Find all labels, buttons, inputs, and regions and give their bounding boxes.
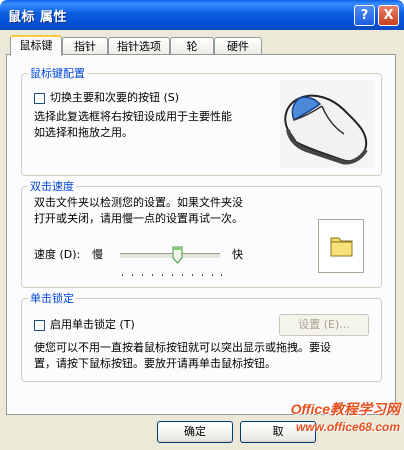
speed-slider-thumb[interactable] [172, 246, 183, 264]
speed-slider-track[interactable] [120, 253, 220, 259]
button-config-group: 鼠标键配置 切换主要和次要的按钮 (S) 选择此复选框将右按钮设成用于主要性能 … [21, 67, 382, 176]
speed-slider-ticks [122, 267, 222, 276]
tab-pointer-options[interactable]: 指针选项 [108, 37, 170, 55]
double-click-legend: 双击速度 [28, 180, 76, 193]
click-lock-legend: 单击锁定 [28, 292, 76, 305]
click-lock-description: 使您可以不用一直按着鼠标按钮就可以突出显示或拖拽。要设 置，请按下鼠标按钮。要放… [34, 341, 331, 370]
ok-button[interactable]: 确定 [157, 421, 233, 443]
watermark: Office教程学习网 www.office68.com [278, 395, 402, 447]
speed-label: 速度 (D): [34, 248, 81, 261]
tab-panel: 鼠标键配置 切换主要和次要的按钮 (S) 选择此复选框将右按钮设成用于主要性能 … [6, 54, 396, 415]
mouse-properties-dialog: 鼠标 属性 ? X 鼠标键 指针 指针选项 轮 硬件 鼠标键配置 切换主要和次要… [0, 0, 404, 450]
watermark-brand: Office教程学习网 [290, 401, 400, 417]
slow-label: 慢 [92, 248, 103, 261]
fast-label: 快 [232, 248, 243, 261]
test-area[interactable] [318, 219, 364, 273]
folder-icon[interactable] [319, 220, 363, 272]
swap-buttons-description: 选择此复选框将右按钮设成用于主要性能 如选择和拖放之用。 [34, 110, 232, 139]
mouse-icon [284, 94, 368, 165]
help-button[interactable]: ? [354, 5, 375, 26]
tab-buttons[interactable]: 鼠标键 [10, 35, 62, 56]
window-title: 鼠标 属性 [8, 10, 68, 25]
tab-pointers[interactable]: 指针 [62, 37, 108, 55]
click-lock-label[interactable]: 启用单击锁定 (T) [50, 317, 135, 333]
swap-buttons-checkbox[interactable] [34, 93, 45, 104]
mouse-image [280, 80, 374, 168]
swap-buttons-label[interactable]: 切换主要和次要的按钮 (S) [50, 90, 179, 106]
click-lock-settings-button[interactable]: 设置 (E)... [279, 314, 369, 336]
tab-hardware[interactable]: 硬件 [214, 37, 262, 55]
title-bar[interactable]: 鼠标 属性 ? X [0, 0, 404, 30]
click-lock-group: 单击锁定 启用单击锁定 (T) 设置 (E)... 使您可以不用一直按着鼠标按钮… [21, 292, 382, 382]
click-lock-checkbox[interactable] [34, 320, 45, 331]
tab-wheel[interactable]: 轮 [170, 37, 214, 55]
watermark-url: www.office68.com [295, 420, 400, 434]
double-click-group: 双击速度 双击文件夹以检测您的设置。如果文件夹没 打开或关闭，请用慢一点的设置再… [21, 180, 382, 288]
button-config-legend: 鼠标键配置 [28, 67, 87, 80]
double-click-description: 双击文件夹以检测您的设置。如果文件夹没 打开或关闭，请用慢一点的设置再试一次。 [34, 196, 243, 225]
close-button[interactable]: X [378, 5, 399, 26]
